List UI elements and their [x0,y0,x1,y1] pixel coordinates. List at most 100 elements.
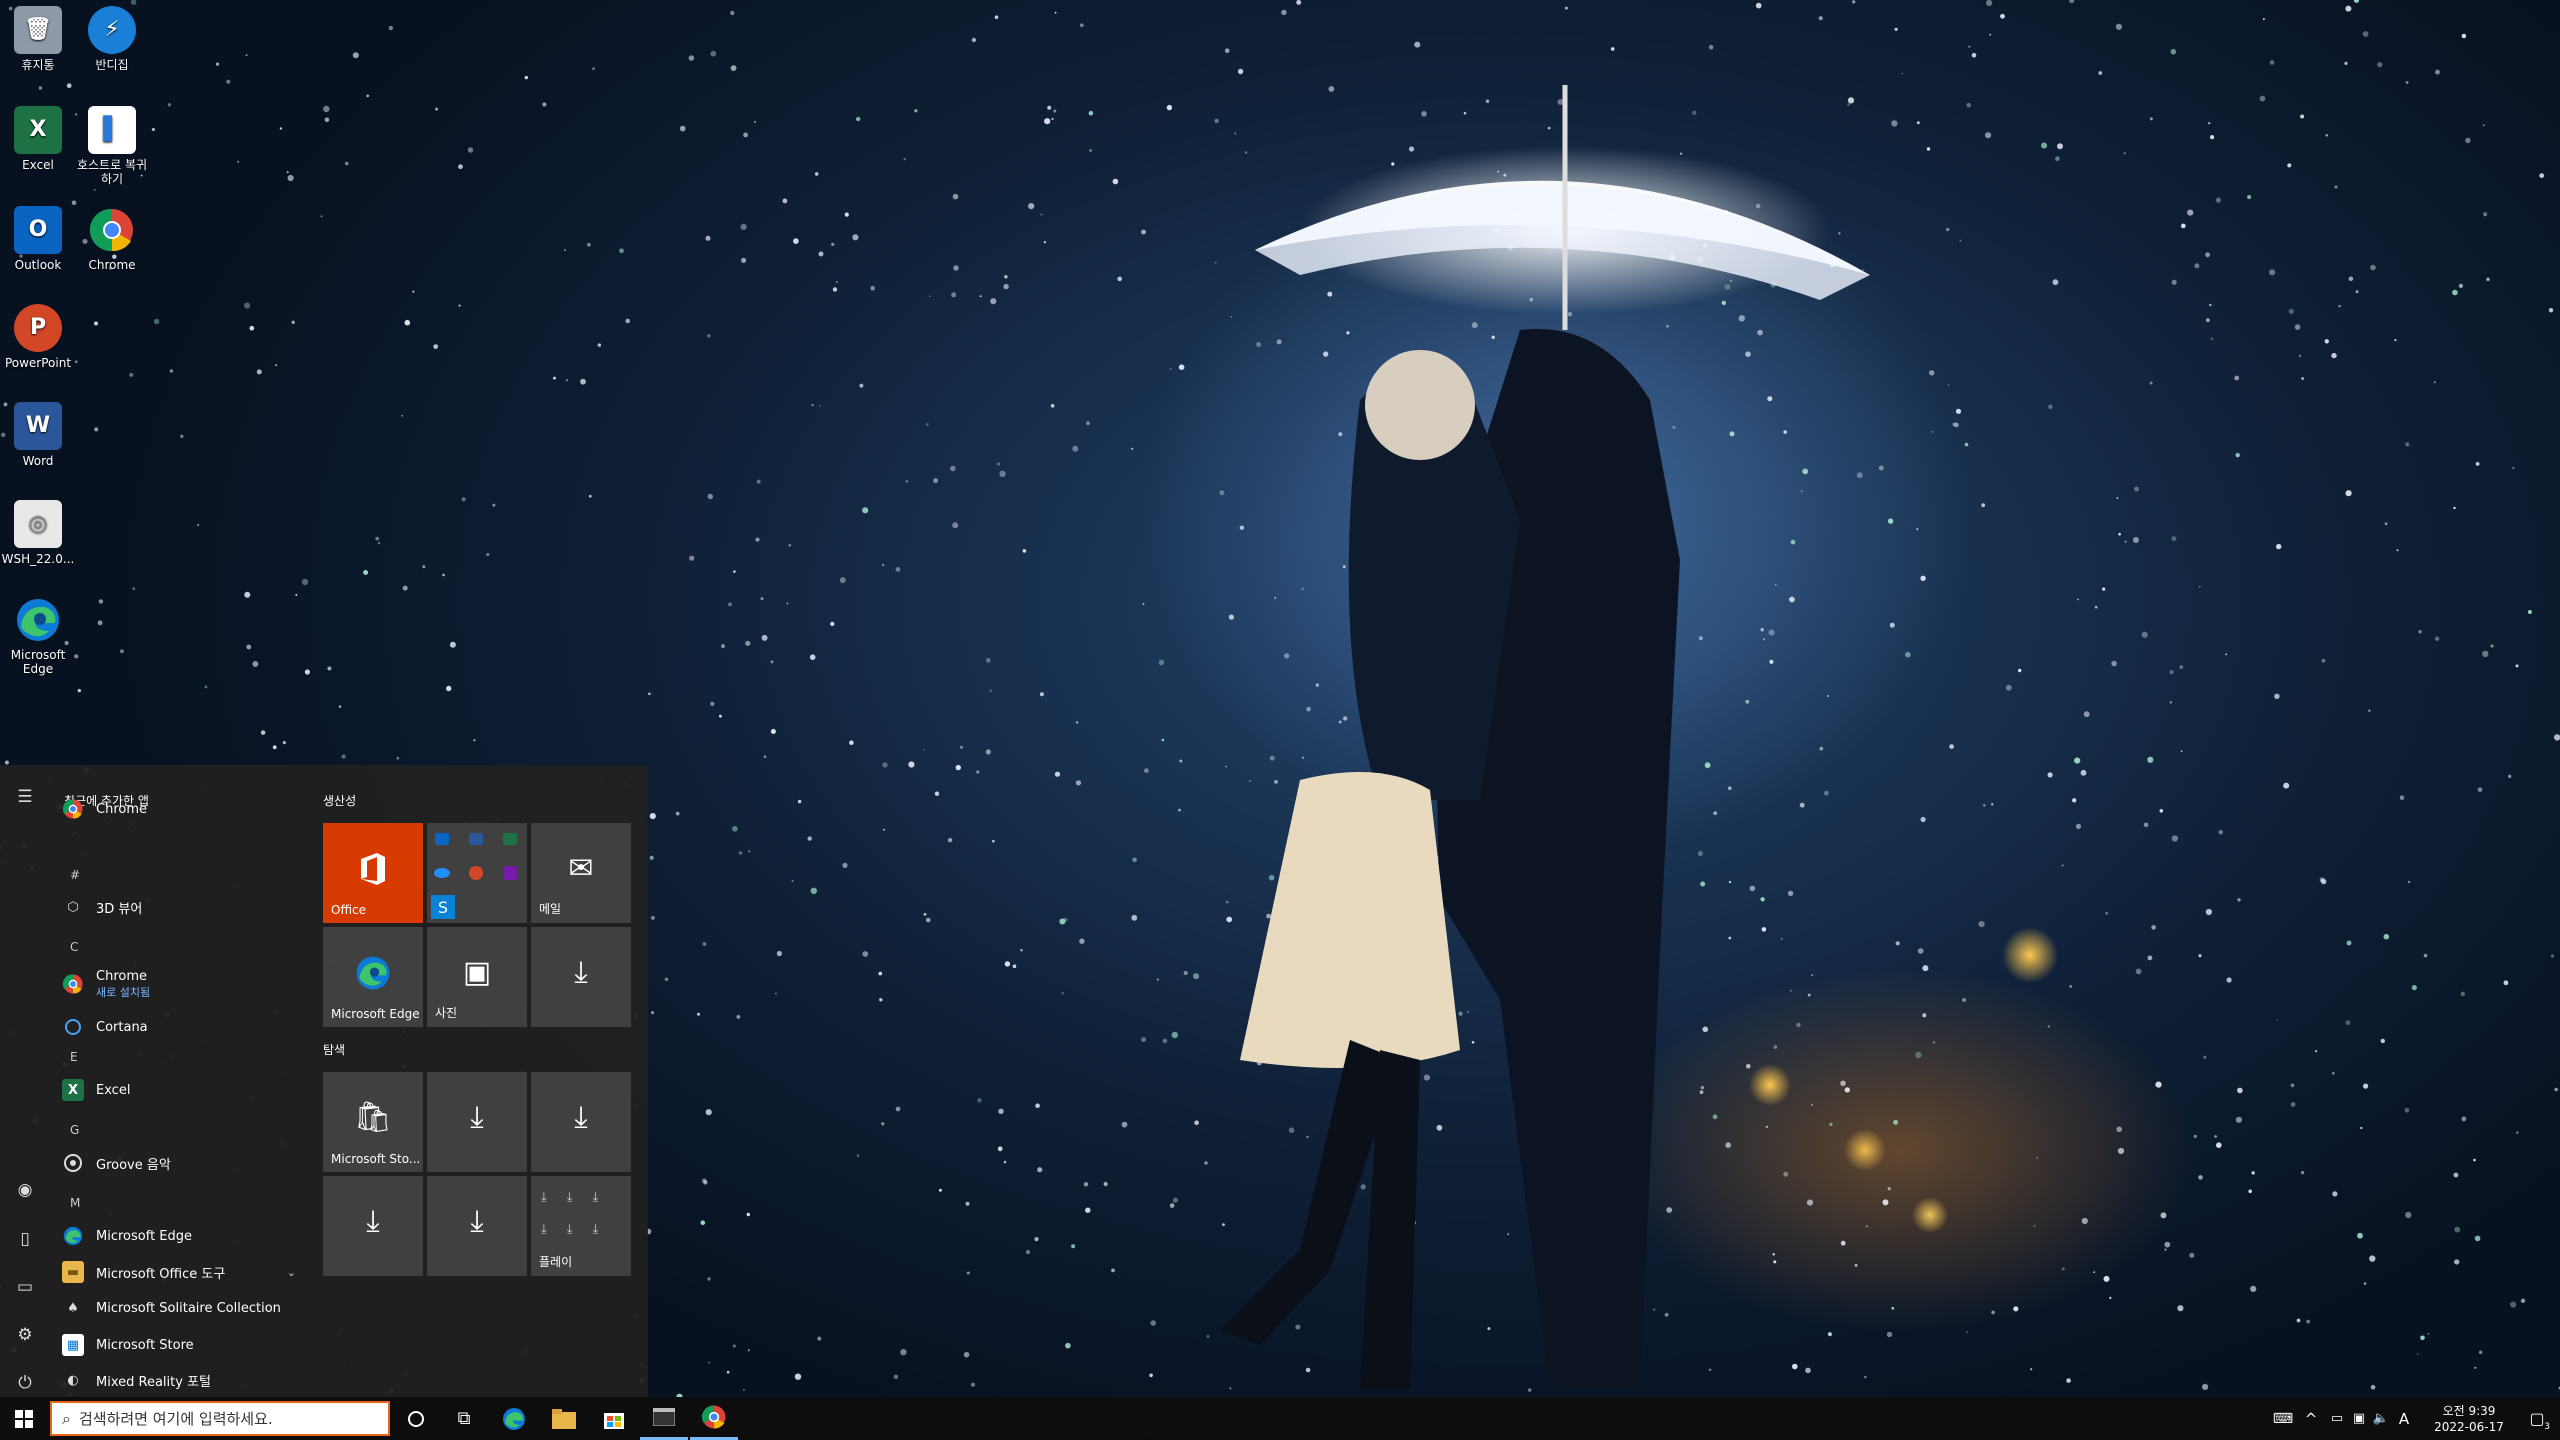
edge-icon [503,1407,525,1430]
app-item-cortana[interactable]: Cortana [62,1012,312,1042]
letter-header-m[interactable]: M [70,1196,80,1210]
group-productivity[interactable]: 생산성 [323,792,356,809]
letter-header-c[interactable]: C [70,940,78,954]
volume-icon[interactable]: 🔈 [2370,1411,2392,1426]
chrome-icon [62,973,84,995]
documents-icon[interactable]: ▯ [13,1227,37,1251]
keyboard-icon[interactable]: ⌨ [2270,1411,2296,1427]
desktop-icon-edge[interactable]: Microsoft Edge [0,596,76,676]
tile-download-5[interactable]: ⤓ [427,1176,527,1276]
start-left-rail: ☰ ◉ ▯ ▭ ⚙ ⏻ [0,765,50,1397]
taskbar-terminal[interactable] [640,1397,688,1440]
search-input[interactable]: 검색하려면 여기에 입력하세요. [79,1408,273,1429]
letter-header-e[interactable]: E [70,1050,78,1064]
app-item-excel[interactable]: X Excel [62,1075,312,1105]
edge-icon [323,955,423,999]
taskbar-edge[interactable] [490,1397,538,1440]
start-menu: ☰ ◉ ▯ ▭ ⚙ ⏻ 최근에 추가한 앱 Chrome # ⬡ 3D 뷰어 C… [0,765,648,1397]
group-explore[interactable]: 탐색 [323,1041,345,1058]
app-item-chrome-recent[interactable]: Chrome [62,794,312,824]
cards-icon: ♠ [67,1300,79,1316]
app-item-chrome[interactable]: Chrome 새로 설치됨 [62,966,312,1002]
app-item-solitaire[interactable]: ♠ Microsoft Solitaire Collection [62,1293,312,1323]
desktop-icon-host-return[interactable]: ▌ 호스트로 복귀하기 [74,106,150,186]
app-item-office-tools[interactable]: ▬ Microsoft Office 도구 ⌄ [62,1257,312,1287]
cortana-icon [62,1016,84,1038]
new-install-badge: 새로 설치됨 [96,985,151,999]
store-icon: 🛍 [353,1100,393,1135]
host-return-icon: ▌ [88,106,136,154]
tile-play-folder[interactable]: ⤓⤓⤓ ⤓⤓⤓ 플레이 [531,1176,631,1276]
network-icon[interactable]: ▣ [2348,1411,2370,1426]
notification-count: 3 [2544,1422,2550,1432]
desktop-icon-excel[interactable]: X Excel [0,106,76,172]
taskbar-search-box[interactable]: ⌕ 검색하려면 여기에 입력하세요. [50,1401,390,1436]
cube-icon: ⬡ [67,899,79,915]
download-arrow-icon: ⤓ [574,955,588,990]
outlook-icon: O [14,206,62,254]
letter-header-g[interactable]: G [70,1123,79,1137]
app-item-mixed-reality[interactable]: ◐ Mixed Reality 포털 [62,1365,312,1395]
recycle-bin-icon: 🗑 [14,6,62,54]
search-icon: ⌕ [62,1408,71,1428]
tile-download-4[interactable]: ⤓ [323,1176,423,1276]
start-button[interactable] [0,1397,48,1440]
cortana-circle-icon [408,1410,424,1427]
task-view-button[interactable]: ⧉ [440,1397,488,1440]
tile-microsoft-edge[interactable]: Microsoft Edge [323,927,423,1027]
tile-microsoft-store[interactable]: 🛍 Microsoft Sto... [323,1072,423,1172]
app-item-3d-viewer[interactable]: ⬡ 3D 뷰어 [62,892,312,922]
taskbar-store[interactable] [590,1397,638,1440]
clock[interactable]: 오전 9:39 2022-06-17 [2424,1403,2514,1435]
tile-download-2[interactable]: ⤓ [427,1072,527,1172]
ime-indicator[interactable]: A [2392,1410,2416,1428]
edge-icon [62,1225,84,1247]
clock-date: 2022-06-17 [2434,1419,2504,1434]
tile-download-1[interactable]: ⤓ [531,927,631,1027]
office-apps-mini-icons: S [431,833,517,919]
disc-image-icon: ◎ [14,500,62,548]
app-item-edge[interactable]: Microsoft Edge [62,1221,312,1251]
taskbar: ⌕ 검색하려면 여기에 입력하세요. ⧉ ⌨ ^ ▭ ▣ 🔈 A 오전 9:39… [0,1397,2560,1440]
desktop-icon-outlook[interactable]: O Outlook [0,206,76,272]
desktop-icon-powerpoint[interactable]: P PowerPoint [0,304,76,370]
store-icon: ▦ [62,1334,84,1356]
tile-mail[interactable]: ✉ 메일 [531,823,631,923]
desktop-icon-bandizip[interactable]: ⚡ 반디집 [74,6,150,72]
play-folder-download-icons: ⤓⤓⤓ ⤓⤓⤓ [541,1190,619,1237]
meet-now-icon[interactable]: ▭ [2326,1411,2348,1426]
settings-gear-icon[interactable]: ⚙ [13,1323,37,1347]
task-view-icon: ⧉ [457,1408,471,1429]
action-center-button[interactable]: ▢ 3 [2514,1409,2560,1432]
mail-icon: ✉ [568,851,594,886]
tile-office-apps-folder[interactable]: S [427,823,527,923]
desktop-icon-recycle-bin[interactable]: 🗑 휴지통 [0,6,76,72]
show-hidden-icons-chevron-icon[interactable]: ^ [2296,1410,2326,1428]
tile-area: 생산성 Office S ✉ 메일 Microsoft Edge ▣ 사진 ⤓ … [323,765,643,1397]
headset-icon: ◐ [67,1372,79,1388]
user-account-icon[interactable]: ◉ [13,1178,37,1202]
tile-download-3[interactable]: ⤓ [531,1072,631,1172]
desktop-icon-chrome[interactable]: Chrome [74,206,150,272]
hamburger-menu-icon[interactable]: ☰ [13,785,37,809]
app-item-store[interactable]: ▦ Microsoft Store [62,1330,312,1360]
tile-photos[interactable]: ▣ 사진 [427,927,527,1027]
pictures-icon[interactable]: ▭ [13,1275,37,1299]
tile-office[interactable]: Office [323,823,423,923]
letter-header-hash[interactable]: # [70,868,80,882]
taskbar-chrome[interactable] [690,1397,738,1440]
groove-icon [62,1152,84,1174]
desktop-icon-word[interactable]: W Word [0,402,76,468]
desktop-icon-disc-image[interactable]: ◎ WSH_22.0... [0,500,76,566]
app-item-groove[interactable]: Groove 음악 [62,1148,312,1178]
clock-time: 오전 9:39 [2442,1403,2496,1418]
download-arrow-icon: ⤓ [470,1100,484,1135]
download-arrow-icon: ⤓ [366,1204,380,1239]
folder-icon [552,1408,576,1429]
chrome-icon [702,1405,726,1429]
cortana-button[interactable] [394,1397,438,1440]
download-arrow-icon: ⤓ [470,1204,484,1239]
taskbar-file-explorer[interactable] [540,1397,588,1440]
chevron-down-icon[interactable]: ⌄ [287,1266,296,1279]
power-icon[interactable]: ⏻ [13,1371,37,1395]
